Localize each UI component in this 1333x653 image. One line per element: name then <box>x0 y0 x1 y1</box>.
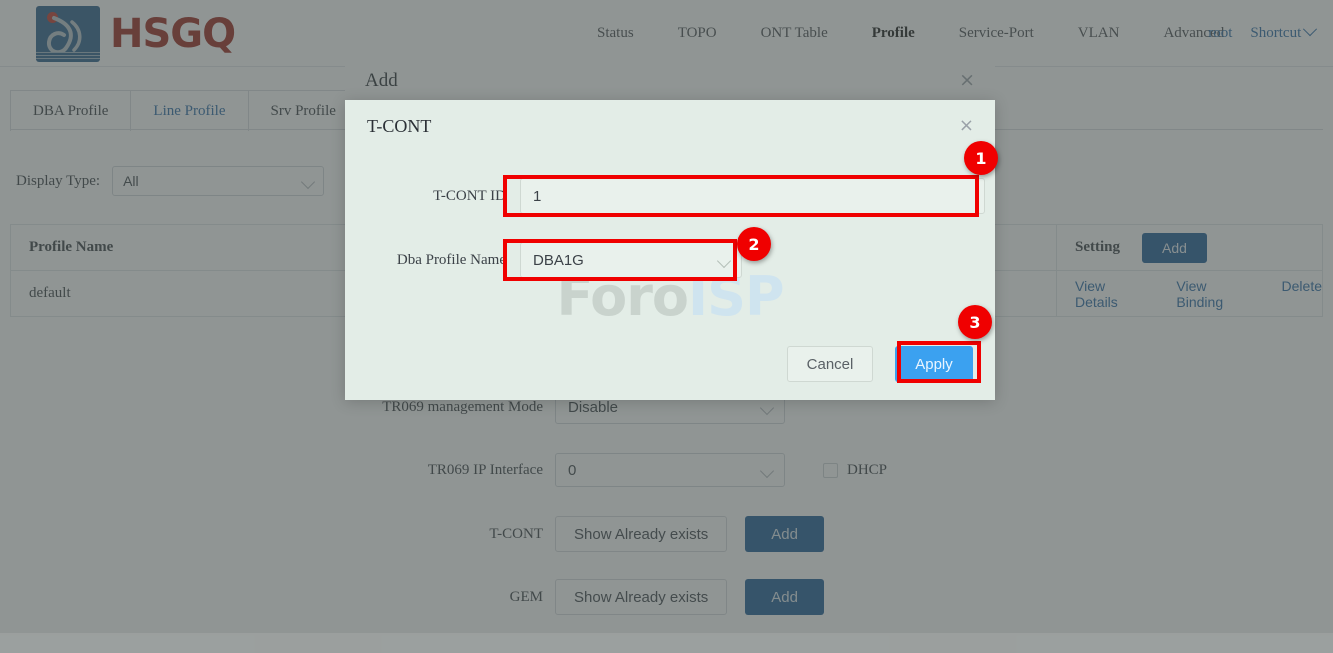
cancel-button[interactable]: Cancel <box>787 346 873 382</box>
tcont-dialog: T-CONT × Foro ISP T-CONT ID Dba Profile … <box>345 100 995 400</box>
tcont-id-input[interactable] <box>520 178 985 214</box>
chevron-down-icon <box>716 253 732 269</box>
annotation-badge-1: 1 <box>964 141 998 175</box>
close-icon[interactable]: × <box>959 117 974 135</box>
field-dba-profile-name: Dba Profile Name DBA1G <box>345 242 742 278</box>
tcont-dialog-title: T-CONT <box>367 116 432 136</box>
watermark-text-isp: ISP <box>688 253 785 324</box>
page-bottom-strip <box>0 633 1333 653</box>
annotation-badge-2: 2 <box>737 227 771 261</box>
dba-profile-name-select[interactable]: DBA1G <box>520 242 742 278</box>
watermark-text-foro: Foro <box>556 265 689 328</box>
tcont-dialog-footer: Cancel Apply <box>787 346 973 382</box>
annotation-badge-3: 3 <box>958 305 992 339</box>
apply-button[interactable]: Apply <box>895 346 973 382</box>
foroisp-watermark: Foro ISP <box>345 253 995 328</box>
dba-profile-name-value: DBA1G <box>533 251 584 269</box>
field-tcont-id: T-CONT ID <box>345 178 985 214</box>
tcont-id-label: T-CONT ID <box>433 187 506 204</box>
dba-profile-name-label: Dba Profile Name <box>396 251 506 268</box>
